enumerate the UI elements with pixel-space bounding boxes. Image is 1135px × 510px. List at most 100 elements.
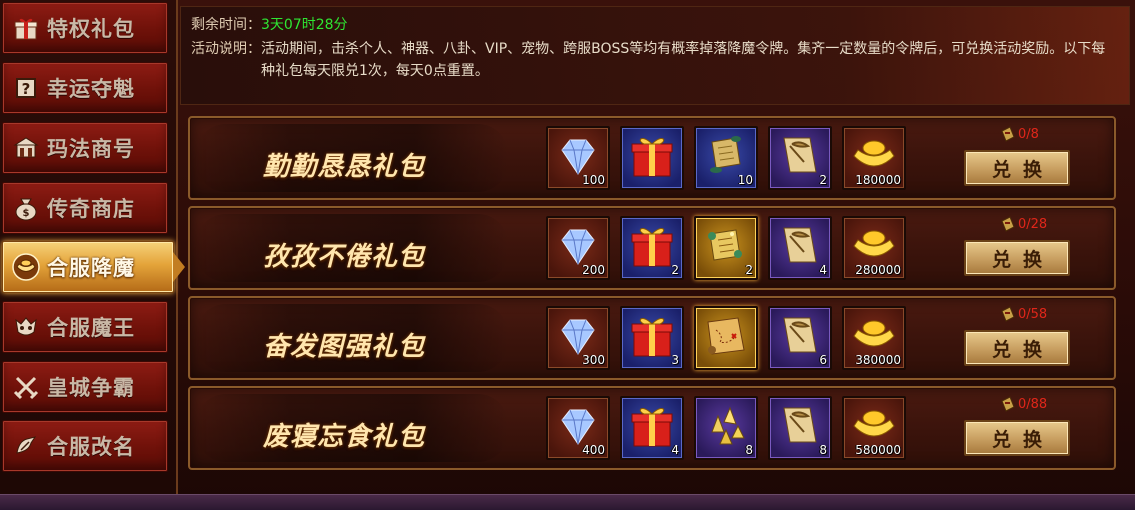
- reward-count: 6: [819, 353, 827, 367]
- sidebar: 特权礼包 ? 幸运夺魁 玛法商号 $ 传奇商店 合服降魔 合服魔王 皇城争霸 合…: [0, 0, 185, 494]
- exchange-limit-count: 0/8: [1018, 126, 1039, 142]
- event-info-panel: 剩余时间：3天07时28分 活动说明： 活动期间，击杀个人、神器、八卦、VIP、…: [180, 6, 1130, 105]
- ingot-icon: [11, 252, 41, 282]
- reward-slot[interactable]: [620, 126, 684, 190]
- sidebar-item-lucky-contest[interactable]: ? 幸运夺魁: [2, 62, 168, 114]
- gift-box-icon: [11, 13, 41, 43]
- gift-title-plate: 勤勤恳恳礼包: [196, 124, 508, 192]
- reward-slot[interactable]: 200: [546, 216, 610, 280]
- event-description-text: 活动期间，击杀个人、神器、八卦、VIP、宠物、跨服BOSS等均有概率掉落降魔令牌…: [261, 41, 1106, 79]
- gift-title-plate: 奋发图强礼包: [196, 304, 508, 372]
- token-icon: [1001, 126, 1015, 142]
- exchange-limit-count: 0/58: [1018, 306, 1048, 322]
- reward-slot[interactable]: 300: [546, 306, 610, 370]
- sidebar-item-label: 特权礼包: [47, 16, 135, 41]
- demon-skull-icon: [11, 312, 41, 342]
- svg-text:$: $: [23, 208, 30, 219]
- exchange-limit: 0/88: [1000, 394, 1047, 414]
- event-description-label: 活动说明：: [191, 41, 261, 57]
- money-bag-icon: $: [11, 193, 41, 223]
- reward-count: 400: [582, 443, 605, 457]
- exchange-limit: 0/28: [1000, 214, 1047, 234]
- exchange-button[interactable]: 兑换: [964, 420, 1070, 456]
- reward-slot[interactable]: 6: [768, 306, 832, 370]
- reward-slot[interactable]: 180000: [842, 126, 906, 190]
- question-mark-icon: ?: [11, 73, 41, 103]
- gift-title: 孜孜不倦礼包: [262, 242, 425, 272]
- treasure-map-icon: [707, 317, 745, 355]
- reward-count: 3: [671, 353, 679, 367]
- gift-title-plate: 废寝忘食礼包: [196, 394, 508, 462]
- sidebar-item-mafa-shop[interactable]: 玛法商号: [2, 122, 168, 174]
- event-window: 特权礼包 ? 幸运夺魁 玛法商号 $ 传奇商店 合服降魔 合服魔王 皇城争霸 合…: [0, 0, 1135, 510]
- reward-slot[interactable]: 380000: [842, 306, 906, 370]
- reward-slot[interactable]: 4: [768, 216, 832, 280]
- red-gift-box-icon: [631, 408, 673, 447]
- red-gift-box-icon: [631, 138, 673, 177]
- token-icon: [1001, 306, 1015, 322]
- exchange-limit-count: 0/88: [1018, 396, 1048, 412]
- sidebar-item-label: 传奇商店: [47, 196, 135, 221]
- sidebar-item-merge-demon-hunt[interactable]: 合服降魔: [2, 241, 185, 293]
- gift-row: 废寝忘食礼包 400 4 8 8 580000 0/88 兑换: [188, 386, 1116, 470]
- pickaxe-scroll-icon: [783, 227, 817, 263]
- reward-slot[interactable]: 8: [694, 396, 758, 460]
- reward-count: 2: [671, 263, 679, 277]
- gift-row: 孜孜不倦礼包 200 2 2 4 280000 0/28 兑换: [188, 206, 1116, 290]
- bottom-scrollbar[interactable]: [0, 494, 1135, 510]
- gift-title: 奋发图强礼包: [262, 332, 425, 362]
- reward-slot[interactable]: 8: [768, 396, 832, 460]
- reward-slot[interactable]: 580000: [842, 396, 906, 460]
- gift-title: 废寝忘食礼包: [262, 422, 425, 452]
- token-icon: [1001, 396, 1015, 412]
- reward-count: 200: [582, 263, 605, 277]
- reward-count: 8: [819, 443, 827, 457]
- reward-slot[interactable]: 2: [768, 126, 832, 190]
- exchange-button[interactable]: 兑换: [964, 330, 1070, 366]
- reward-count: 2: [819, 173, 827, 187]
- red-gift-box-icon: [631, 318, 673, 357]
- sidebar-item-merge-demon-king[interactable]: 合服魔王: [2, 301, 168, 353]
- reward-slot[interactable]: 100: [546, 126, 610, 190]
- exchange-button[interactable]: 兑换: [964, 240, 1070, 276]
- pickaxe-scroll-icon: [783, 407, 817, 443]
- sidebar-item-privilege-gift[interactable]: 特权礼包: [2, 2, 168, 54]
- reward-count: 380000: [855, 353, 901, 367]
- reward-slot[interactable]: [694, 306, 758, 370]
- reward-count: 10: [737, 173, 753, 187]
- rename-icon: [11, 431, 41, 461]
- reward-slot[interactable]: 3: [620, 306, 684, 370]
- gold-crystal-icon: [711, 406, 745, 445]
- reward-count: 8: [745, 443, 753, 457]
- remaining-time-label: 剩余时间：: [191, 17, 261, 33]
- reward-slot[interactable]: 2: [694, 216, 758, 280]
- sidebar-item-merge-rename[interactable]: 合服改名: [2, 420, 168, 472]
- gift-title-plate: 孜孜不倦礼包: [196, 214, 508, 282]
- remaining-time-value: 3天07时28分: [261, 17, 348, 33]
- reward-slot[interactable]: 400: [546, 396, 610, 460]
- reward-count: 280000: [855, 263, 901, 277]
- reward-count: 180000: [855, 173, 901, 187]
- svg-text:?: ?: [22, 80, 31, 98]
- reward-count: 100: [582, 173, 605, 187]
- sidebar-item-label: 合服魔王: [47, 315, 135, 340]
- red-gift-box-icon: [631, 228, 673, 267]
- reward-slot[interactable]: 10: [694, 126, 758, 190]
- sidebar-item-label: 合服降魔: [47, 255, 135, 280]
- exchange-button[interactable]: 兑换: [964, 150, 1070, 186]
- pickaxe-scroll-icon: [783, 317, 817, 353]
- reward-count: 4: [671, 443, 679, 457]
- sidebar-item-castle-war[interactable]: 皇城争霸: [2, 361, 168, 413]
- gift-row: 勤勤恳恳礼包 100 10 2 180000 0/8 兑换: [188, 116, 1116, 200]
- reward-count: 4: [819, 263, 827, 277]
- reward-count: 2: [745, 263, 753, 277]
- gift-row: 奋发图强礼包 300 3 6 380000 0/58 兑换: [188, 296, 1116, 380]
- exchange-limit: 0/58: [1000, 304, 1047, 324]
- reward-slot[interactable]: 4: [620, 396, 684, 460]
- token-icon: [1001, 216, 1015, 232]
- shop-icon: [11, 133, 41, 163]
- exchange-limit: 0/8: [1000, 124, 1039, 144]
- reward-slot[interactable]: 280000: [842, 216, 906, 280]
- reward-slot[interactable]: 2: [620, 216, 684, 280]
- sidebar-item-legend-store[interactable]: $ 传奇商店: [2, 182, 168, 234]
